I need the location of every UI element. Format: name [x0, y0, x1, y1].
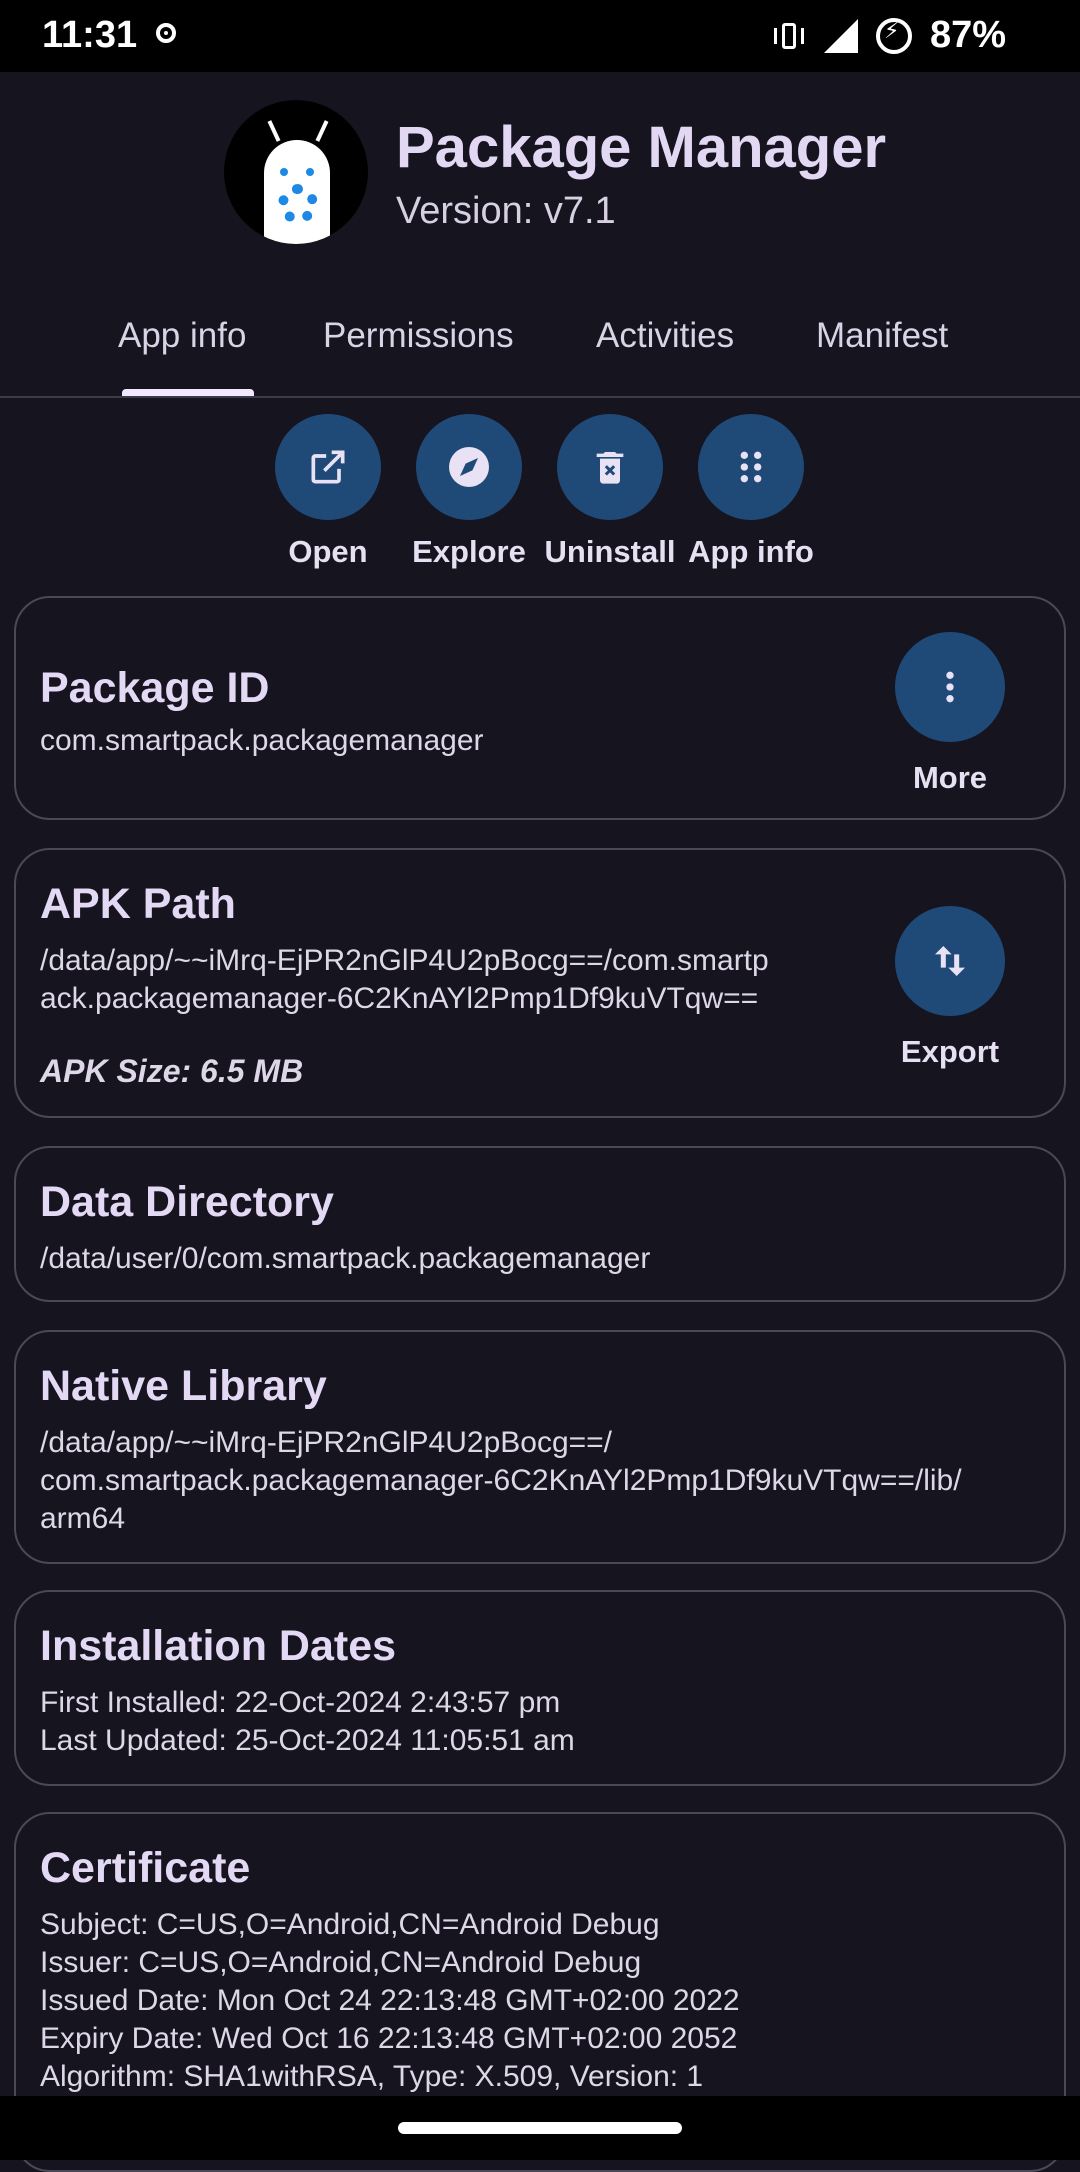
signal-icon	[823, 18, 858, 53]
cert-subject: Subject: C=US,O=Android,CN=Android Debug	[40, 1908, 660, 1941]
cert-issued-date: Issued Date: Mon Oct 24 22:13:48 GMT+02:…	[40, 1984, 740, 2017]
explore-label: Explore	[412, 534, 526, 569]
first-installed: First Installed: 22-Oct-2024 2:43:57 pm	[40, 1686, 561, 1719]
more-button[interactable]: More	[880, 632, 1020, 796]
battery-charging-icon	[875, 17, 912, 54]
cert-expiry-date: Expiry Date: Wed Oct 16 22:13:48 GMT+02:…	[40, 2022, 738, 2055]
export-button[interactable]: Export	[880, 906, 1020, 1070]
vibrate-icon	[772, 21, 806, 51]
app-info-button[interactable]: App info	[681, 414, 821, 570]
tab-indicator	[122, 389, 254, 396]
record-indicator-icon	[156, 23, 176, 43]
more-vert-icon	[895, 632, 1005, 742]
status-time: 11:31	[42, 14, 138, 56]
tab-permissions[interactable]: Permissions	[323, 316, 514, 356]
data-directory-card: Data Directory /data/user/0/com.smartpac…	[14, 1146, 1066, 1302]
uninstall-button[interactable]: Uninstall	[540, 414, 680, 570]
cert-algorithm: Algorithm: SHA1withRSA, Type: X.509, Ver…	[40, 2060, 704, 2093]
data-directory-value: /data/user/0/com.smartpack.packagemanage…	[40, 1242, 651, 1275]
more-label: More	[912, 760, 988, 795]
apk-path-line2: ack.packagemanager-6C2KnAYl2Pmp1Df9kuVTq…	[40, 982, 759, 1015]
swap-vert-icon	[895, 906, 1005, 1016]
native-library-card: Native Library /data/app/~~iMrq-EjPR2nGl…	[14, 1330, 1066, 1564]
package-id-title: Package ID	[40, 664, 270, 712]
cert-issuer: Issuer: C=US,O=Android,CN=Android Debug	[40, 1946, 642, 1979]
open-external-icon	[275, 414, 381, 520]
package-id-value: com.smartpack.packagemanager	[40, 724, 484, 757]
app-header: Package Manager Version: v7.1	[0, 72, 1080, 312]
native-library-line1: /data/app/~~iMrq-EjPR2nGlP4U2pBocg==/	[40, 1426, 613, 1459]
apk-path-card: APK Path /data/app/~~iMrq-EjPR2nGlP4U2pB…	[14, 848, 1066, 1118]
data-directory-title: Data Directory	[40, 1178, 334, 1226]
explore-button[interactable]: Explore	[399, 414, 539, 570]
compass-icon	[416, 414, 522, 520]
certificate-title: Certificate	[40, 1844, 251, 1892]
dots-grid-icon	[698, 414, 804, 520]
tab-bar: App info Permissions Activities Manifest	[0, 300, 1080, 398]
installation-dates-card: Installation Dates First Installed: 22-O…	[14, 1590, 1066, 1786]
navigation-bar	[0, 2096, 1080, 2160]
battery-percent: 87%	[929, 14, 1006, 56]
trash-icon	[557, 414, 663, 520]
uninstall-label: Uninstall	[544, 534, 676, 569]
last-updated: Last Updated: 25-Oct-2024 11:05:51 am	[40, 1724, 575, 1757]
tab-app-info[interactable]: App info	[118, 316, 246, 356]
app-info-label: App info	[688, 534, 814, 569]
export-label: Export	[900, 1034, 1000, 1069]
native-library-line2: com.smartpack.packagemanager-6C2KnAYl2Pm…	[40, 1464, 962, 1497]
apk-path-title: APK Path	[40, 880, 236, 928]
tab-manifest[interactable]: Manifest	[816, 316, 948, 356]
native-library-title: Native Library	[40, 1362, 327, 1410]
open-button[interactable]: Open	[258, 414, 398, 570]
native-library-line3: arm64	[40, 1502, 126, 1535]
package-id-card: Package ID com.smartpack.packagemanager …	[14, 596, 1066, 820]
apk-path-line1: /data/app/~~iMrq-EjPR2nGlP4U2pBocg==/com…	[40, 944, 769, 977]
installation-dates-title: Installation Dates	[40, 1622, 397, 1670]
app-version: Version: v7.1	[396, 190, 616, 232]
status-icons: 87%	[772, 14, 1006, 57]
status-bar: 11:31 87%	[0, 0, 1080, 72]
home-gesture-handle[interactable]	[398, 2122, 682, 2134]
tab-activities[interactable]: Activities	[596, 316, 734, 356]
app-logo-icon	[224, 100, 368, 244]
action-row: Open Explore Uninstall App info	[0, 414, 1080, 584]
app-title: Package Manager	[396, 115, 887, 180]
open-label: Open	[288, 534, 368, 569]
apk-size: APK Size: 6.5 MB	[40, 1053, 304, 1089]
